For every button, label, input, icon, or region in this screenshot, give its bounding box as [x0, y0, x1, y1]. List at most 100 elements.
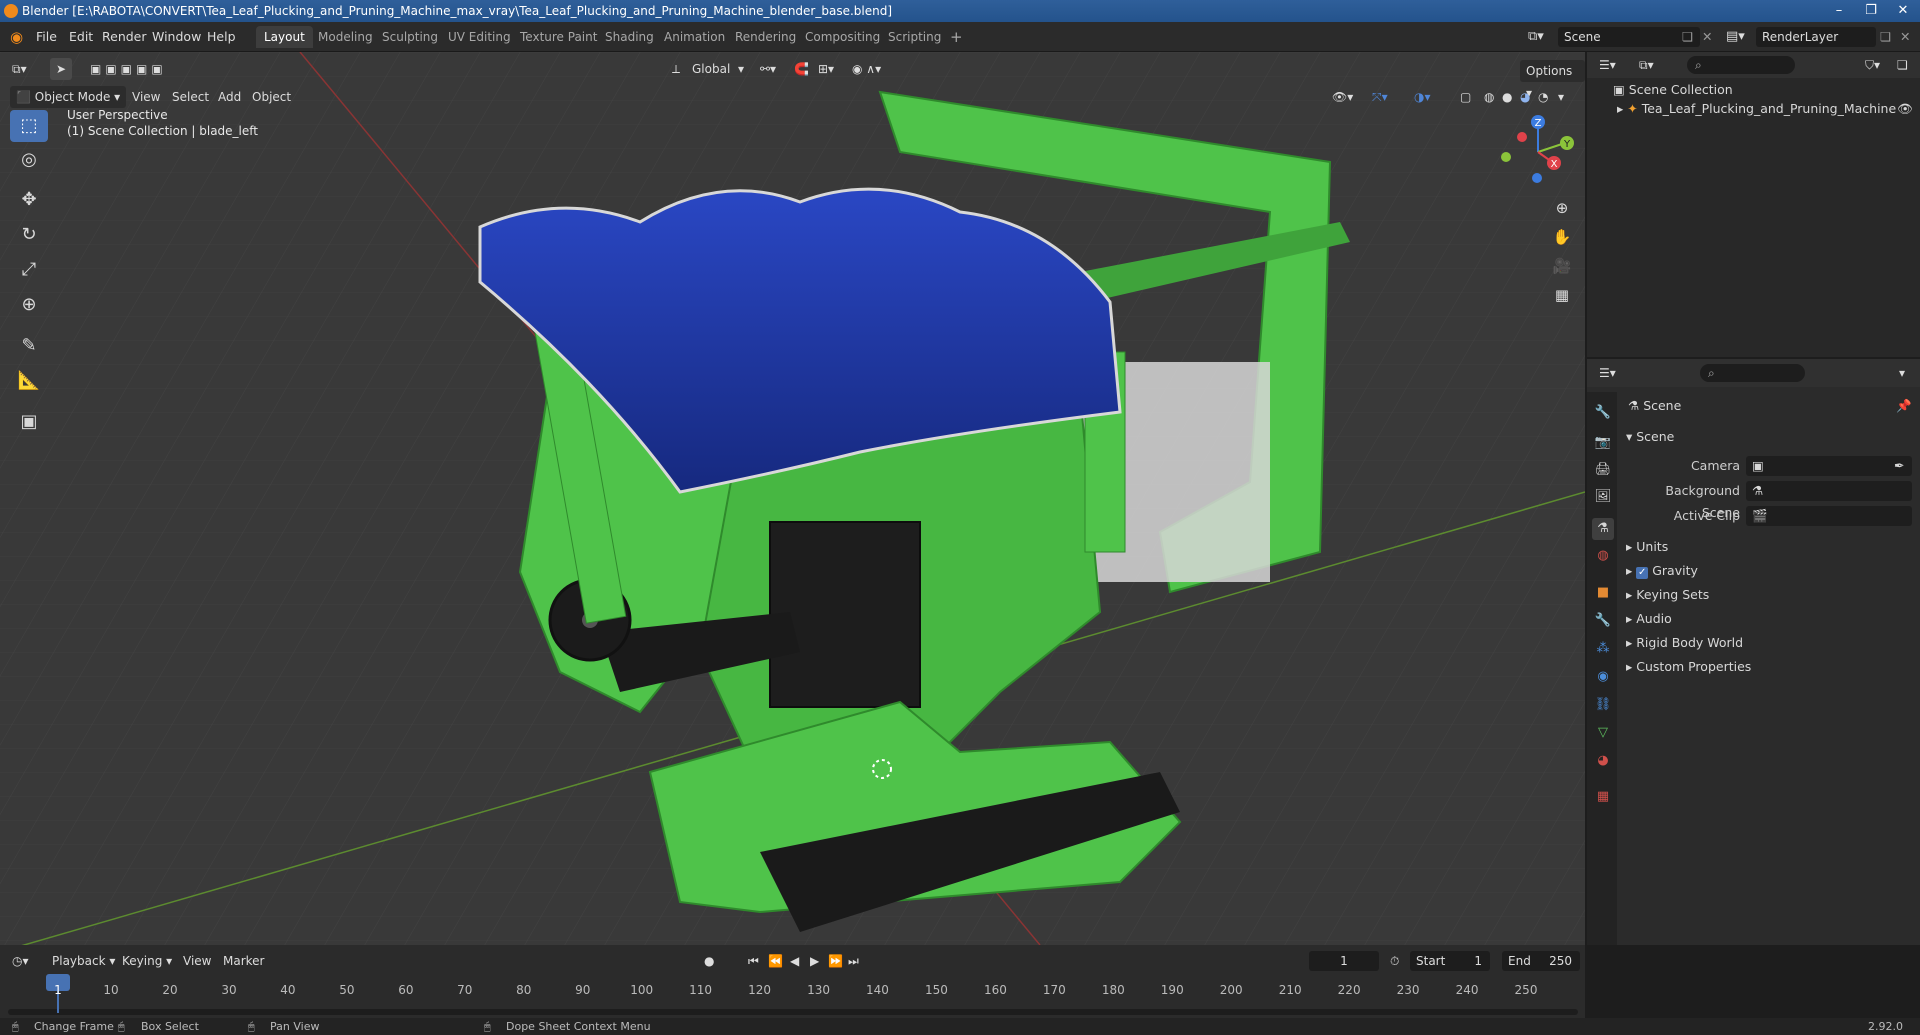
timeline-editor-icon[interactable]: ◷▾: [12, 950, 29, 972]
constraints-tab-icon[interactable]: ⛓: [1592, 694, 1614, 716]
select-tool-icon[interactable]: ➤: [50, 58, 72, 80]
solid-shading-icon[interactable]: ●: [1502, 86, 1512, 108]
tab-texture-paint[interactable]: Texture Paint: [512, 26, 605, 48]
render-tab-icon[interactable]: 📷: [1592, 432, 1614, 454]
world-tab-icon[interactable]: ◍: [1592, 545, 1614, 567]
tab-uv-editing[interactable]: UV Editing: [440, 26, 519, 48]
end-frame-field[interactable]: End 250: [1502, 951, 1580, 971]
menu-keying[interactable]: Keying ▾: [122, 950, 172, 972]
xray-icon[interactable]: ▢: [1460, 86, 1471, 108]
current-frame-field[interactable]: 1: [1309, 951, 1379, 971]
particles-tab-icon[interactable]: ⁂: [1592, 638, 1614, 660]
background-scene-field[interactable]: [1746, 481, 1912, 501]
rendered-shading-icon[interactable]: ◔: [1538, 86, 1548, 108]
tab-scripting[interactable]: Scripting: [880, 26, 949, 48]
outliner-editor-icon[interactable]: ☰▾: [1599, 54, 1616, 76]
camera-field[interactable]: [1746, 456, 1912, 476]
custom-properties-section[interactable]: ▸ Custom Properties: [1626, 656, 1751, 678]
object-tab-icon[interactable]: ■: [1592, 582, 1614, 604]
menu-object[interactable]: Object: [252, 86, 291, 108]
editor-type-icon[interactable]: ⧉▾: [12, 58, 27, 80]
menu-file[interactable]: File: [36, 22, 57, 52]
menu-view[interactable]: View: [132, 86, 160, 108]
properties-editor-icon[interactable]: ☰▾: [1599, 362, 1616, 384]
move-tool-icon[interactable]: ✥: [10, 184, 48, 216]
visibility-icon[interactable]: 👁▾: [1332, 86, 1353, 108]
navigation-gizmo[interactable]: Z Y X: [1492, 110, 1584, 192]
shading-options-icon[interactable]: ▾: [1558, 86, 1564, 108]
render-layer-selector-icon[interactable]: ▤▾: [1726, 22, 1745, 52]
snap-settings-icon[interactable]: ⊞▾: [818, 58, 834, 80]
data-tab-icon[interactable]: ▽: [1592, 722, 1614, 744]
delete-scene-icon[interactable]: ✕: [1702, 22, 1712, 52]
menu-help[interactable]: Help: [207, 22, 236, 52]
select-box-tool-icon[interactable]: ⬚: [10, 110, 48, 142]
menu-playback[interactable]: Playback ▾: [52, 950, 115, 972]
cursor-tool-icon[interactable]: ◎: [10, 144, 48, 176]
add-cube-tool-icon[interactable]: ▣: [10, 406, 48, 438]
tab-animation[interactable]: Animation: [656, 26, 733, 48]
tab-shading[interactable]: Shading: [597, 26, 662, 48]
camera-view-icon[interactable]: 🎥: [1548, 252, 1576, 280]
properties-options-icon[interactable]: ▾: [1899, 362, 1905, 384]
overlay-toggle-icon[interactable]: ◑▾: [1414, 86, 1431, 108]
menu-render[interactable]: Render: [102, 22, 147, 52]
menu-edit[interactable]: Edit: [69, 22, 93, 52]
material-tab-icon[interactable]: ◕: [1592, 750, 1614, 772]
play-reverse-icon[interactable]: ◀: [790, 950, 799, 972]
start-frame-field[interactable]: Start 1: [1410, 951, 1490, 971]
options-dropdown[interactable]: Options ▾: [1520, 60, 1585, 100]
jump-start-icon[interactable]: ⏮: [748, 950, 759, 972]
tab-sculpting[interactable]: Sculpting: [374, 26, 446, 48]
snap-icon[interactable]: 🧲: [794, 58, 809, 80]
record-icon[interactable]: ●: [704, 950, 714, 972]
tab-compositing[interactable]: Compositing: [797, 26, 888, 48]
menu-select[interactable]: Select: [172, 86, 209, 108]
new-collection-icon[interactable]: ❏: [1897, 54, 1908, 76]
render-layer-field[interactable]: RenderLayer: [1756, 27, 1876, 47]
audio-section[interactable]: ▸ Audio: [1626, 608, 1672, 630]
prev-keyframe-icon[interactable]: ⏪: [768, 950, 783, 972]
menu-timeline-view[interactable]: View: [183, 950, 211, 972]
transform-orientation-dropdown[interactable]: Global: [692, 58, 730, 80]
tab-modeling[interactable]: Modeling: [310, 26, 381, 48]
close-icon[interactable]: ✕: [1888, 0, 1918, 22]
tab-layout[interactable]: Layout: [256, 26, 313, 48]
zoom-icon[interactable]: ⊕: [1548, 194, 1576, 222]
delete-layer-icon[interactable]: ✕: [1900, 22, 1910, 52]
scale-tool-icon[interactable]: ⤢: [10, 254, 48, 286]
menu-add[interactable]: Add: [218, 86, 241, 108]
keying-sets-section[interactable]: ▸ Keying Sets: [1626, 584, 1709, 606]
gizmo-toggle-icon[interactable]: ⤧▾: [1372, 86, 1388, 108]
pin-icon[interactable]: 📌: [1896, 395, 1912, 417]
properties-search-input[interactable]: ⌕: [1700, 364, 1805, 382]
output-tab-icon[interactable]: 🖨: [1592, 459, 1614, 481]
new-layer-icon[interactable]: ❏: [1880, 22, 1891, 52]
rigid-body-world-section[interactable]: ▸ Rigid Body World: [1626, 632, 1743, 654]
gravity-checkbox[interactable]: ✓: [1636, 567, 1649, 579]
physics-tab-icon[interactable]: ◉: [1592, 666, 1614, 688]
menu-window[interactable]: Window: [152, 22, 201, 52]
scene-selector-icon[interactable]: ⧉▾: [1528, 22, 1544, 52]
annotate-tool-icon[interactable]: ✎: [10, 330, 48, 362]
new-scene-icon[interactable]: ❏: [1682, 22, 1693, 52]
minimize-icon[interactable]: –: [1824, 0, 1854, 22]
tab-rendering[interactable]: Rendering: [727, 26, 804, 48]
gravity-section[interactable]: ▸ ✓ Gravity: [1626, 560, 1698, 582]
play-icon[interactable]: ▶: [810, 950, 819, 972]
menu-marker[interactable]: Marker: [223, 950, 264, 972]
collection-item[interactable]: ▸ ✦ Tea_Leaf_Plucking_and_Pruning_Machin…: [1617, 98, 1896, 120]
jump-end-icon[interactable]: ⏭: [848, 950, 859, 972]
add-workspace-icon[interactable]: +: [942, 26, 971, 48]
modifier-tab-icon[interactable]: 🔧: [1592, 610, 1614, 632]
timeline-scrollbar[interactable]: [8, 1009, 1578, 1015]
object-mode-dropdown[interactable]: ⬛ Object Mode ▾: [10, 86, 127, 108]
material-shading-icon[interactable]: ◕: [1520, 86, 1530, 108]
scene-name-field[interactable]: Scene: [1558, 27, 1700, 47]
transform-tool-icon[interactable]: ⊕: [10, 289, 48, 321]
tool-tab-icon[interactable]: 🔧: [1592, 402, 1614, 424]
selection-mode-icons[interactable]: ▣▣▣▣▣: [90, 58, 167, 80]
preview-range-icon[interactable]: ⏱: [1390, 950, 1399, 972]
outliner-search-input[interactable]: ⌕: [1687, 56, 1795, 74]
display-mode-icon[interactable]: ⧉▾: [1639, 54, 1654, 76]
